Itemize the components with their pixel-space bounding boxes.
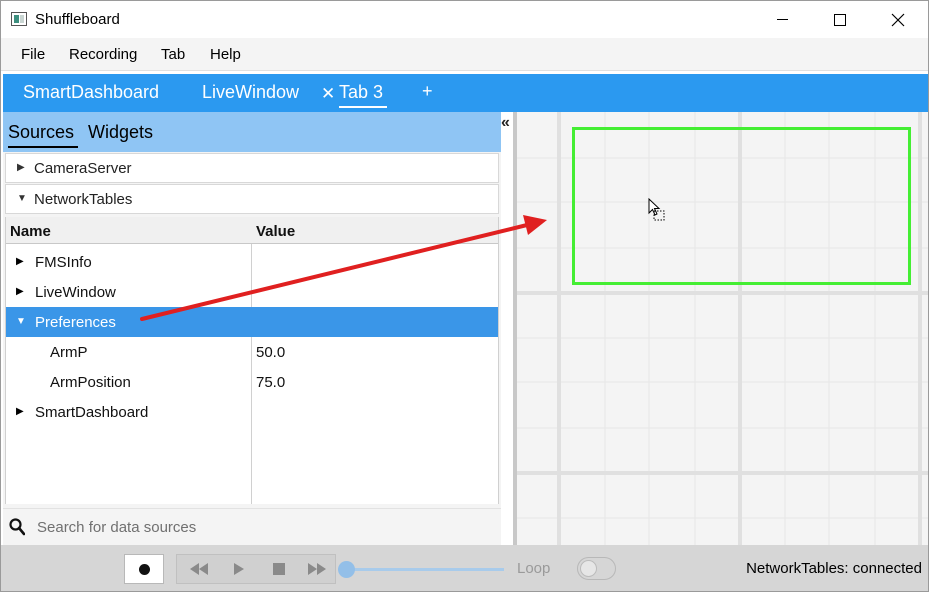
row-value: 75.0 — [256, 374, 286, 391]
tab-widgets[interactable]: Widgets — [88, 122, 153, 143]
loop-toggle[interactable] — [577, 557, 616, 580]
window-title: Shuffleboard — [35, 11, 120, 28]
stop-icon — [273, 563, 285, 575]
tab-smartdashboard[interactable]: SmartDashboard — [23, 82, 159, 103]
row-name: LiveWindow — [35, 284, 116, 301]
close-button[interactable] — [869, 1, 927, 38]
row-name: Preferences — [35, 314, 116, 331]
drop-target-highlight — [572, 127, 911, 285]
row-name: FMSInfo — [35, 254, 92, 271]
column-header-name[interactable]: Name — [10, 223, 51, 240]
minimize-button[interactable] — [753, 1, 811, 38]
minimize-icon — [776, 19, 788, 20]
drag-cursor-icon — [648, 198, 665, 221]
section-networktables[interactable]: ▼ NetworkTables — [5, 184, 499, 214]
close-icon — [891, 13, 905, 26]
search-input[interactable] — [37, 515, 477, 539]
tab-close-icon[interactable]: ✕ — [321, 84, 335, 104]
fast-forward-icon — [308, 563, 326, 575]
shuffleboard-window: Shuffleboard File Recording Tab Help Sma… — [0, 0, 929, 592]
playback-bar: Loop NetworkTables: connected — [1, 545, 928, 591]
play-button[interactable] — [219, 555, 259, 583]
collapsed-triangle-icon[interactable]: ▶ — [16, 256, 24, 267]
collapsed-triangle-icon[interactable]: ▶ — [16, 406, 24, 417]
tree-row-armposition[interactable]: ArmPosition 75.0 — [6, 367, 498, 397]
loop-label: Loop — [517, 560, 551, 577]
toggle-knob — [580, 560, 597, 577]
record-icon — [138, 563, 150, 575]
tab-tab-3[interactable]: Tab 3 — [339, 82, 383, 103]
playback-slider-thumb[interactable] — [338, 561, 355, 578]
section-label: NetworkTables — [34, 191, 133, 208]
networktables-status: NetworkTables: connected — [746, 560, 922, 577]
tree-row-armp[interactable]: ArmP 50.0 — [6, 337, 498, 367]
sources-tab-indicator — [8, 146, 78, 148]
sources-panel: Sources Widgets ▶ CameraServer ▼ Network… — [3, 112, 501, 545]
panel-tab-bar: Sources Widgets — [3, 112, 501, 152]
menu-help[interactable]: Help — [210, 46, 241, 63]
collapsed-triangle-icon: ▶ — [17, 162, 25, 173]
menu-bar: File Recording Tab Help — [1, 38, 928, 71]
section-label: CameraServer — [34, 160, 132, 177]
tree-row-fmsinfo[interactable]: ▶ FMSInfo — [6, 247, 498, 277]
tree-row-smartdashboard[interactable]: ▶ SmartDashboard — [6, 397, 498, 427]
maximize-button[interactable] — [811, 1, 869, 38]
menu-tab[interactable]: Tab — [161, 46, 185, 63]
section-cameraserver[interactable]: ▶ CameraServer — [5, 153, 499, 183]
fast-forward-button[interactable] — [297, 555, 337, 583]
rewind-icon — [190, 563, 208, 575]
record-button[interactable] — [124, 554, 164, 584]
menu-recording[interactable]: Recording — [69, 46, 137, 63]
networktables-tree-table: Name Value ▶ FMSInfo ▶ LiveWindow ▼ Pref… — [5, 217, 499, 504]
rewind-button[interactable] — [179, 555, 219, 583]
expanded-triangle-icon: ▼ — [17, 193, 27, 204]
menu-file[interactable]: File — [21, 46, 45, 63]
tab-livewindow[interactable]: LiveWindow — [202, 82, 299, 103]
stop-button[interactable] — [259, 555, 299, 583]
table-header: Name Value — [6, 217, 498, 244]
expanded-triangle-icon[interactable]: ▼ — [16, 316, 26, 327]
playback-slider-track[interactable] — [346, 568, 504, 571]
widget-grid[interactable] — [517, 112, 928, 545]
tree-row-preferences[interactable]: ▼ Preferences — [6, 307, 498, 337]
playback-controls — [176, 554, 336, 584]
row-name: SmartDashboard — [35, 404, 149, 421]
row-name: ArmP — [50, 344, 88, 361]
search-icon — [9, 518, 25, 536]
collapse-panel-icon[interactable]: « — [501, 114, 510, 132]
tab-sources[interactable]: Sources — [8, 122, 74, 143]
app-icon — [11, 12, 27, 26]
column-header-value[interactable]: Value — [256, 223, 295, 240]
collapsed-triangle-icon[interactable]: ▶ — [16, 286, 24, 297]
source-search-bar — [3, 508, 501, 545]
dashboard-tab-bar: SmartDashboard LiveWindow ✕ Tab 3 + — [3, 74, 928, 112]
row-value: 50.0 — [256, 344, 286, 361]
add-tab-button[interactable]: + — [422, 81, 433, 102]
title-bar: Shuffleboard — [1, 1, 928, 38]
tree-row-livewindow[interactable]: ▶ LiveWindow — [6, 277, 498, 307]
row-name: ArmPosition — [50, 374, 131, 391]
maximize-icon — [834, 13, 846, 26]
selected-tab-indicator — [339, 106, 387, 108]
play-icon — [234, 563, 244, 575]
